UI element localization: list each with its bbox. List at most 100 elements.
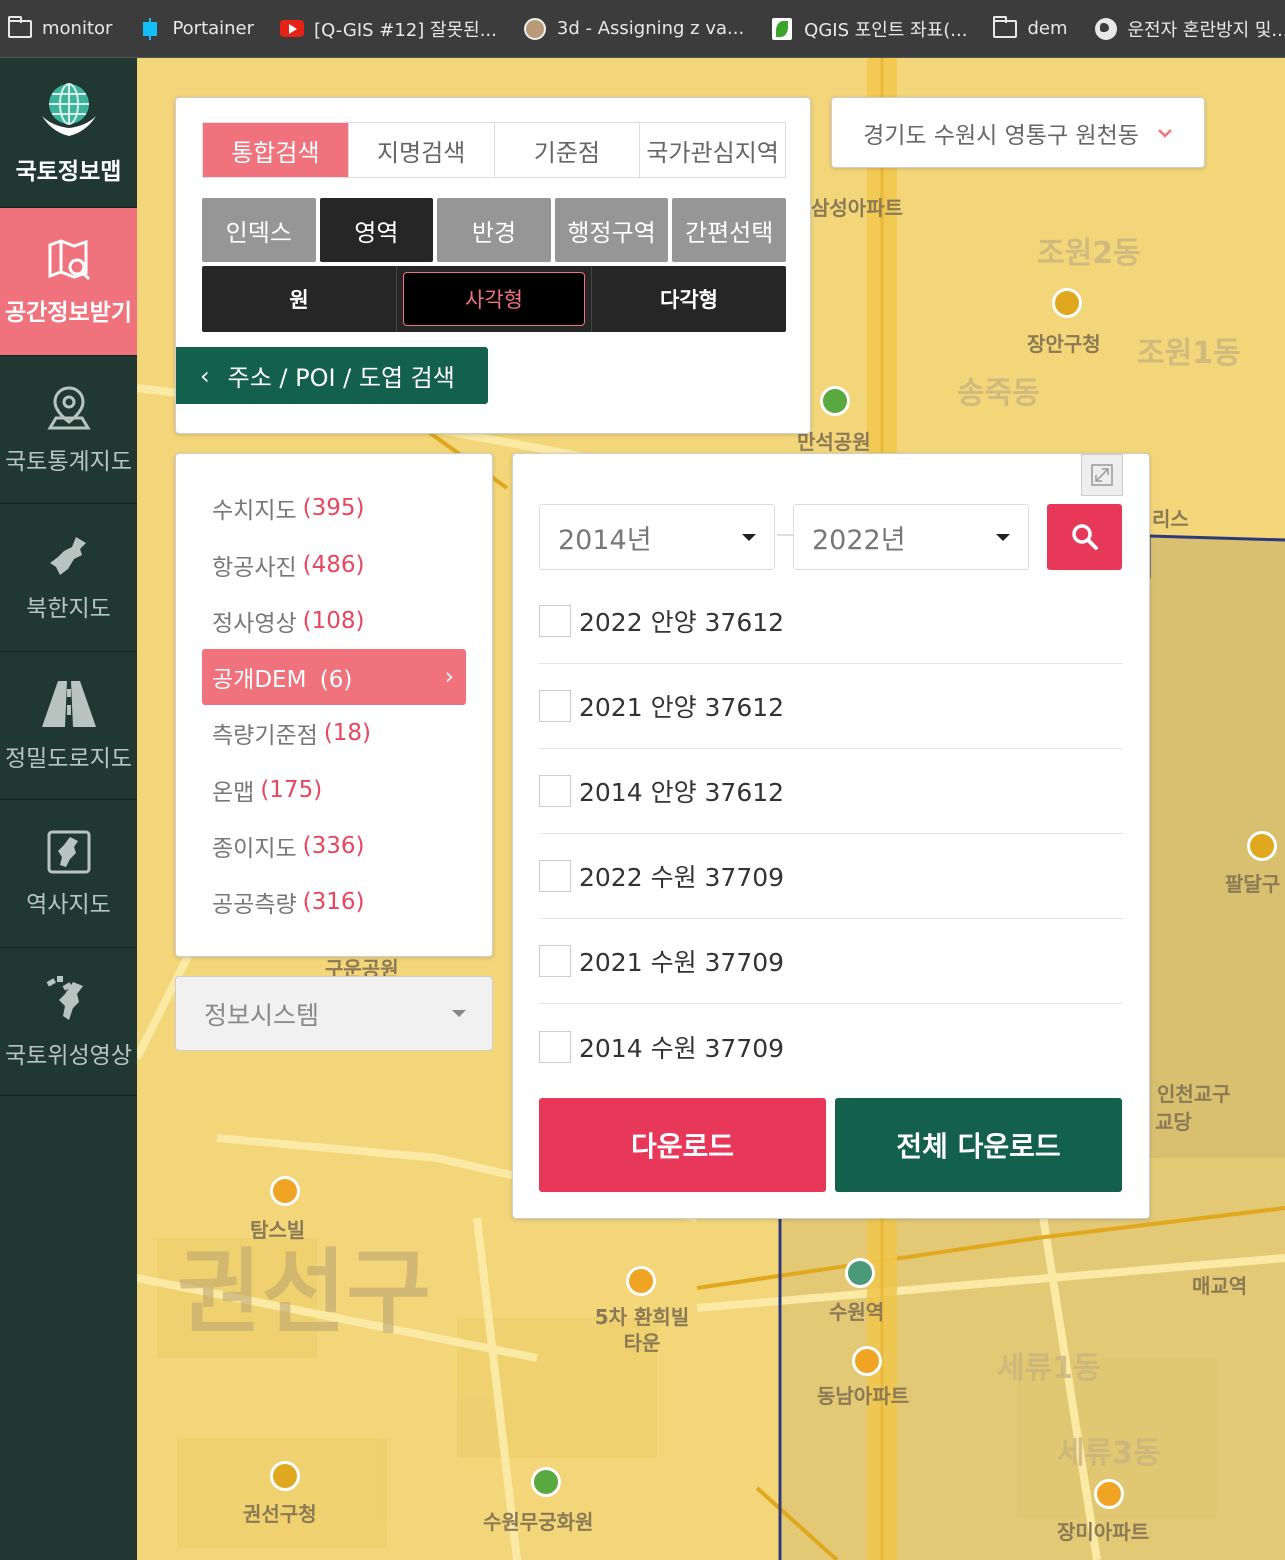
bookmark-driver[interactable]: 운전자 혼란방지 및...	[1094, 16, 1285, 42]
office-poi-icon[interactable]	[1052, 288, 1082, 318]
sidebar-item-north-korea[interactable]: 북한지도	[0, 504, 137, 652]
sidebar: 국토정보맵 공간정보받기 국토통계지도 북한지도 정밀도로지도 역사지도 국토위…	[0, 58, 137, 1560]
bookmark-label: QGIS 포인트 좌표(...	[804, 19, 968, 41]
category-item[interactable]: 항공사진 (486)	[202, 537, 466, 593]
map-label-maegyo: 매교역	[1192, 1274, 1248, 1298]
park-poi-icon[interactable]	[531, 1467, 561, 1497]
result-row[interactable]: 2014 수원 37709	[539, 1004, 1123, 1089]
satellite-korea-icon	[46, 975, 83, 1020]
expand-button[interactable]	[1081, 454, 1123, 496]
result-checkbox[interactable]	[539, 690, 571, 722]
apartment-poi-icon[interactable]	[852, 1346, 882, 1376]
category-item-active[interactable]: 공개DEM (6) ›	[202, 649, 466, 705]
caret-down-icon	[996, 533, 1010, 541]
result-row[interactable]: 2022 수원 37709	[539, 834, 1123, 919]
map-label-jangan-office: 장안구청	[1027, 332, 1101, 356]
result-checkbox[interactable]	[539, 1030, 571, 1063]
shape-rectangle-button[interactable]: 사각형	[396, 266, 592, 332]
category-item[interactable]: 온맵 (175)	[202, 762, 466, 818]
mode-index-button[interactable]: 인덱스	[202, 198, 316, 262]
category-item[interactable]: 공공측량 (316)	[202, 874, 466, 930]
expand-icon	[1091, 464, 1113, 486]
apartment-poi-icon[interactable]	[626, 1266, 656, 1296]
result-checkbox[interactable]	[539, 775, 571, 807]
station-poi-icon[interactable]	[845, 1258, 875, 1288]
result-row[interactable]: 2014 안양 37612	[539, 749, 1123, 834]
result-row[interactable]: 2022 안양 37612	[539, 579, 1123, 664]
site-icon	[523, 17, 547, 40]
map-search-icon	[48, 238, 90, 280]
office-poi-icon[interactable]	[1247, 831, 1277, 861]
category-panel: 수치지도 (395) 항공사진 (486) 정사영상 (108) 공개DEM (6) ›…	[175, 453, 493, 957]
sidebar-item-satellite[interactable]: 국토위성영상	[0, 948, 137, 1096]
category-label: 수치지도	[212, 498, 297, 524]
shape-rectangle-label: 사각형	[403, 272, 585, 326]
tab-national-interest-area[interactable]: 국가관심지역	[640, 123, 785, 177]
office-poi-icon[interactable]	[270, 1461, 300, 1491]
region-select[interactable]: 경기도 수원시 영통구 원천동	[831, 97, 1205, 168]
bookmark-label: [Q-GIS #12] 잘못된...	[314, 19, 497, 41]
folder-icon	[8, 15, 32, 40]
bookmark-qgis-point[interactable]: QGIS 포인트 좌표(...	[770, 16, 967, 42]
result-row[interactable]: 2021 안양 37612	[539, 664, 1123, 749]
location-pin-icon	[46, 385, 91, 429]
search-tabs: 통합검색 지명검색 기준점 국가관심지역	[202, 122, 786, 178]
search-icon	[1071, 524, 1098, 550]
shape-selector: 원 사각형 다각형	[202, 266, 786, 332]
shape-circle-button[interactable]: 원	[202, 266, 396, 332]
result-checkbox[interactable]	[539, 860, 571, 892]
result-row[interactable]: 2021 수원 37709	[539, 919, 1123, 1004]
info-system-select[interactable]: 정보시스템	[175, 976, 493, 1051]
bookmark-qgis-video[interactable]: [Q-GIS #12] 잘못된...	[280, 16, 497, 42]
address-poi-search-button[interactable]: ‹ 주소 / POI / 도엽 검색	[176, 347, 488, 404]
map-label-samsung: 삼성아파트	[811, 196, 903, 220]
apartment-poi-icon[interactable]	[1094, 1479, 1124, 1509]
year-from-select[interactable]: 2014년	[539, 504, 775, 570]
download-button[interactable]: 다운로드	[539, 1098, 826, 1192]
map-label-jowon2: 조원2동	[1037, 236, 1141, 271]
shape-polygon-button[interactable]: 다각형	[592, 266, 786, 332]
category-item[interactable]: 정사영상 (108)	[202, 593, 466, 649]
download-all-button[interactable]: 전체 다운로드	[835, 1098, 1122, 1192]
category-item[interactable]: 측량기준점 (18)	[202, 705, 466, 761]
tab-place-name-search[interactable]: 지명검색	[349, 123, 495, 177]
map-label-paldal: 팔달구	[1225, 872, 1281, 896]
apartment-poi-icon[interactable]	[270, 1176, 300, 1206]
category-count: (18)	[323, 720, 372, 746]
mode-radius-button[interactable]: 반경	[437, 198, 551, 262]
search-button[interactable]	[1047, 504, 1122, 570]
mode-simple-select-button[interactable]: 간편선택	[672, 198, 786, 262]
map-label-dongnam: 동남아파트	[817, 1384, 909, 1408]
tab-integrated-search[interactable]: 통합검색	[203, 123, 349, 177]
category-count: (336)	[302, 833, 365, 859]
portainer-icon	[138, 17, 162, 40]
mode-admin-district-button[interactable]: 행정구역	[554, 198, 669, 262]
mode-area-button[interactable]: 영역	[319, 198, 434, 262]
map-label-tamsvil: 탐스빌	[250, 1218, 306, 1242]
naver-icon	[770, 17, 794, 40]
bookmark-dem[interactable]: dem	[993, 15, 1068, 40]
north-korea-icon	[49, 536, 86, 575]
category-count: (486)	[302, 552, 365, 578]
park-poi-icon[interactable]	[820, 386, 850, 416]
sidebar-item-statistics-map[interactable]: 국토통계지도	[0, 356, 137, 504]
bookmark-portainer[interactable]: Portainer	[138, 17, 254, 40]
map-label-sepryu3: 세류3동	[1057, 1436, 1161, 1471]
bookmark-monitor[interactable]: monitor	[8, 15, 112, 40]
sidebar-item-precise-road[interactable]: 정밀도로지도	[0, 652, 137, 800]
sidebar-item-spatial-data[interactable]: 공간정보받기	[0, 208, 137, 356]
caret-down-icon	[452, 1010, 466, 1017]
result-checkbox[interactable]	[539, 945, 571, 977]
category-label: 정사영상	[212, 611, 297, 637]
bookmark-label: dem	[1027, 18, 1068, 39]
category-count: (108)	[302, 608, 365, 634]
result-checkbox[interactable]	[539, 605, 571, 637]
sidebar-logo[interactable]: 국토정보맵	[0, 58, 137, 208]
category-item[interactable]: 종이지도 (336)	[202, 818, 466, 874]
tab-reference-point[interactable]: 기준점	[495, 123, 641, 177]
category-item[interactable]: 수치지도 (395)	[202, 480, 466, 536]
year-to-select[interactable]: 2022년	[793, 504, 1029, 570]
sidebar-item-history-map[interactable]: 역사지도	[0, 800, 137, 948]
result-label: 2022 안양 37612	[579, 608, 785, 637]
bookmark-3d-assigning[interactable]: 3d - Assigning z va...	[523, 17, 744, 40]
